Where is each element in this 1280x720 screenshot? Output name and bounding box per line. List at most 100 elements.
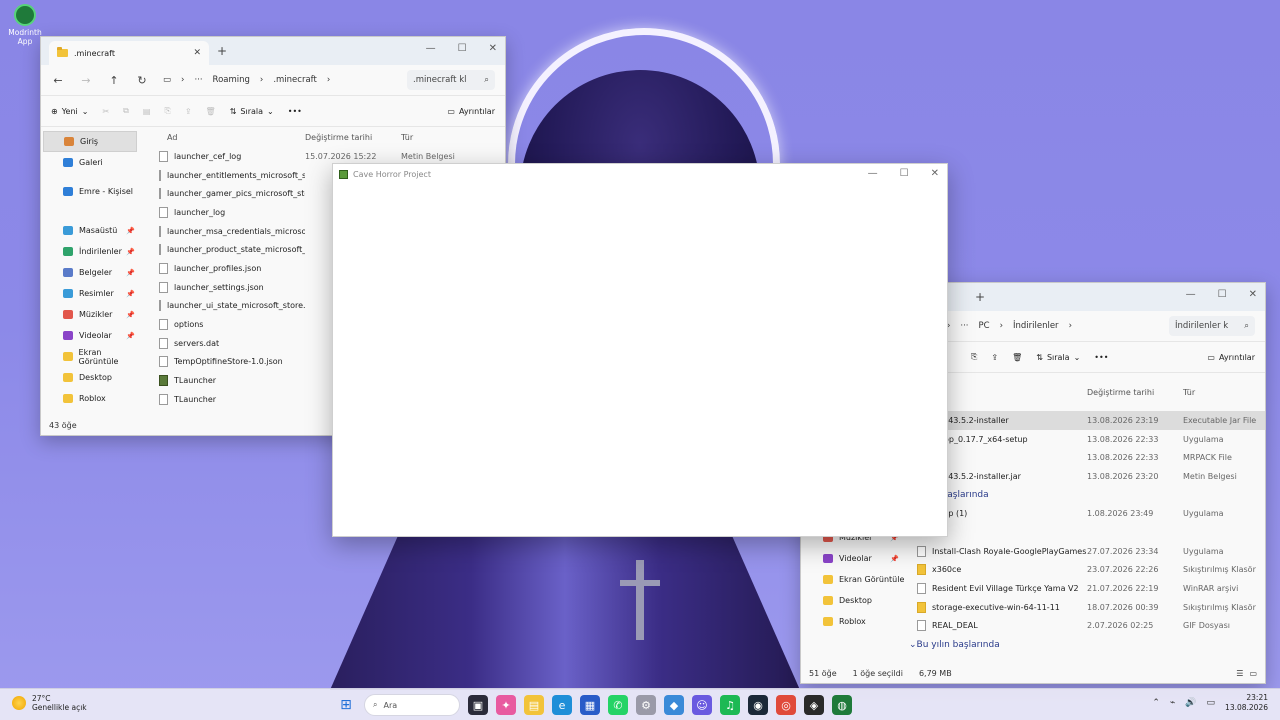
column-type[interactable]: Tür	[401, 133, 413, 142]
maximize-button[interactable]: ☐	[1218, 289, 1227, 300]
task-view-icon[interactable]: ▣	[468, 695, 488, 715]
column-type[interactable]: Tür	[1183, 388, 1195, 397]
back-button[interactable]: ←	[51, 74, 65, 87]
group-header[interactable]: ⌄ Bu yılın başlarında	[905, 635, 1265, 654]
battery-icon[interactable]: ▭	[1207, 698, 1216, 708]
share-button[interactable]: ⇪	[185, 107, 192, 116]
minimize-button[interactable]: —	[1186, 289, 1196, 300]
file-row[interactable]: storage-executive-win-64-11-11 18.07.2026…	[905, 598, 1265, 617]
settings-gear-icon[interactable]: ⚙	[636, 695, 656, 715]
chevron-up-icon[interactable]: ⌃	[1152, 698, 1160, 708]
minimize-button[interactable]: —	[426, 43, 436, 54]
sidebar-item[interactable]: Masaüstü 📌	[41, 220, 141, 241]
search-input[interactable]: .minecraft kl ⌕	[407, 70, 495, 90]
sidebar-item[interactable]: Müzikler 📌	[41, 304, 141, 325]
delete-button[interactable]: 🗑	[1012, 353, 1022, 362]
file-row[interactable]: -1.19.2-43.5.2-installer 13.08.2026 23:19…	[905, 411, 1265, 430]
close-tab-icon[interactable]: ✕	[193, 48, 201, 58]
file-row[interactable]: 1.0.013.08.2026 22:33MRPACK File	[905, 448, 1265, 467]
tiles-view-button[interactable]: ▭	[1249, 669, 1257, 678]
details-view-button[interactable]: ☰	[1236, 669, 1243, 678]
rename-button[interactable]: ⎘	[164, 106, 170, 116]
column-modified[interactable]: Değiştirme tarihi	[305, 133, 401, 142]
breadcrumb-roaming[interactable]: Roaming	[213, 75, 250, 85]
delete-button[interactable]: 🗑	[206, 107, 216, 116]
breadcrumb-minecraft[interactable]: .minecraft	[273, 75, 317, 85]
sidebar-item[interactable]: Resimler 📌	[41, 283, 141, 304]
sidebar-item[interactable]: Roblox	[41, 388, 141, 409]
taskbar-search[interactable]: ⌕ Ara	[364, 694, 460, 716]
chrome-icon[interactable]: ◎	[776, 695, 796, 715]
sidebar-item[interactable]: Videolar 📌	[41, 325, 141, 346]
refresh-button[interactable]: ↻	[135, 74, 149, 87]
spotify-icon[interactable]: ♫	[720, 695, 740, 715]
file-row[interactable]: Resident Evil Village Türkçe Yama V2 21.0…	[905, 579, 1265, 598]
new-button[interactable]: ⊕ Yeni ⌄	[51, 107, 88, 116]
more-crumbs-icon[interactable]: ···	[194, 75, 202, 85]
steam-icon[interactable]: ◉	[748, 695, 768, 715]
clock[interactable]: 23:21 13.08.2026	[1225, 693, 1268, 713]
volume-icon[interactable]: 🔊	[1185, 698, 1196, 708]
more-options-button[interactable]: •••	[288, 107, 302, 116]
sidebar-item[interactable]: Desktop	[41, 367, 141, 388]
sort-button[interactable]: ⇅ Sırala ⌄	[1036, 353, 1080, 362]
sidebar-item[interactable]: Ekran Görüntüle	[41, 346, 141, 367]
sidebar-item[interactable]: Roblox	[801, 611, 905, 632]
game-launcher-icon[interactable]: ◈	[804, 695, 824, 715]
up-button[interactable]: ↑	[107, 74, 121, 87]
sidebar-item[interactable]: Desktop	[801, 590, 905, 611]
column-modified[interactable]: Değiştirme tarihi	[1087, 388, 1183, 397]
forward-button[interactable]: →	[79, 74, 93, 87]
maximize-button[interactable]: ☐	[458, 43, 467, 54]
file-row[interactable]: rinth App_0.17.7_x64-setup 13.08.2026 22:…	[905, 430, 1265, 449]
sort-button[interactable]: ⇅ Sırala ⌄	[230, 107, 274, 116]
cut-button[interactable]: ✂	[102, 107, 109, 116]
search-input[interactable]: İndirilenler k ⌕	[1169, 316, 1255, 336]
maximize-button[interactable]: ☐	[900, 168, 909, 179]
share-button[interactable]: ⇪	[991, 353, 998, 362]
column-name[interactable]: Ad	[141, 133, 305, 142]
file-row[interactable]: -1.19.2-43.5.2-installer.jar 13.08.2026 2…	[905, 467, 1265, 486]
new-tab-button[interactable]: +	[975, 290, 985, 304]
minimize-button[interactable]: —	[868, 168, 878, 179]
details-button[interactable]: ▭ Ayrıntılar	[447, 107, 495, 116]
edge-icon[interactable]: e	[552, 695, 572, 715]
start-button[interactable]: ⊞	[336, 695, 356, 715]
file-row[interactable]: REAL_DEAL 2.07.2026 02:25 GIF Dosyası	[905, 617, 1265, 636]
sidebar-item[interactable]: Emre - Kişisel	[41, 181, 141, 202]
copilot-icon[interactable]: ✦	[496, 695, 516, 715]
new-tab-button[interactable]: +	[217, 44, 227, 58]
sidebar-item[interactable]: Videolar 📌	[801, 548, 905, 569]
discord-icon[interactable]: ☺	[692, 695, 712, 715]
breadcrumb[interactable]: › ··· PC › İndirilenler ›	[947, 321, 1072, 331]
modrinth-icon[interactable]: ◍	[832, 695, 852, 715]
file-explorer-icon[interactable]: ▤	[524, 695, 544, 715]
vscode-icon[interactable]: ◆	[664, 695, 684, 715]
file-row[interactable]: x360ce 23.07.2026 22:26 Sıkıştırılmış Klas…	[905, 561, 1265, 580]
rename-button[interactable]: ⎘	[971, 352, 977, 362]
sidebar-item[interactable]: Belgeler 📌	[41, 262, 141, 283]
more-options-button[interactable]: •••	[1094, 353, 1108, 362]
game-viewport[interactable]	[333, 184, 947, 536]
close-button[interactable]: ✕	[489, 43, 497, 54]
sidebar-item[interactable]: Galeri	[41, 152, 141, 173]
breadcrumb-pc[interactable]: PC	[979, 321, 990, 331]
file-row[interactable]: ordSetup (1)1.08.2026 23:49Uygulama	[905, 504, 1265, 523]
close-button[interactable]: ✕	[931, 168, 939, 179]
group-header[interactable]: n başlarında	[905, 486, 1265, 505]
sidebar-item[interactable]: Giriş	[43, 131, 137, 152]
whatsapp-icon[interactable]: ✆	[608, 695, 628, 715]
sidebar-item[interactable]: İndirilenler 📌	[41, 241, 141, 262]
group-header[interactable]: ay	[905, 523, 1265, 542]
breadcrumb-downloads[interactable]: İndirilenler	[1013, 321, 1059, 331]
sidebar-item[interactable]: Ekran Görüntüle	[801, 569, 905, 590]
paste-button[interactable]: ▤	[143, 107, 151, 116]
copy-button[interactable]: ⧉	[123, 106, 129, 116]
close-button[interactable]: ✕	[1249, 289, 1257, 300]
desktop-shortcut-modrinth[interactable]: Modrinth App	[6, 4, 44, 46]
more-crumbs-icon[interactable]: ···	[960, 321, 968, 331]
breadcrumb[interactable]: ▭ › ··· Roaming › .minecraft ›	[163, 75, 330, 85]
details-button[interactable]: ▭ Ayrıntılar	[1207, 353, 1255, 362]
file-row[interactable]: Install-Clash Royale-GooglePlayGames 27.0…	[905, 542, 1265, 561]
store-icon[interactable]: ▦	[580, 695, 600, 715]
